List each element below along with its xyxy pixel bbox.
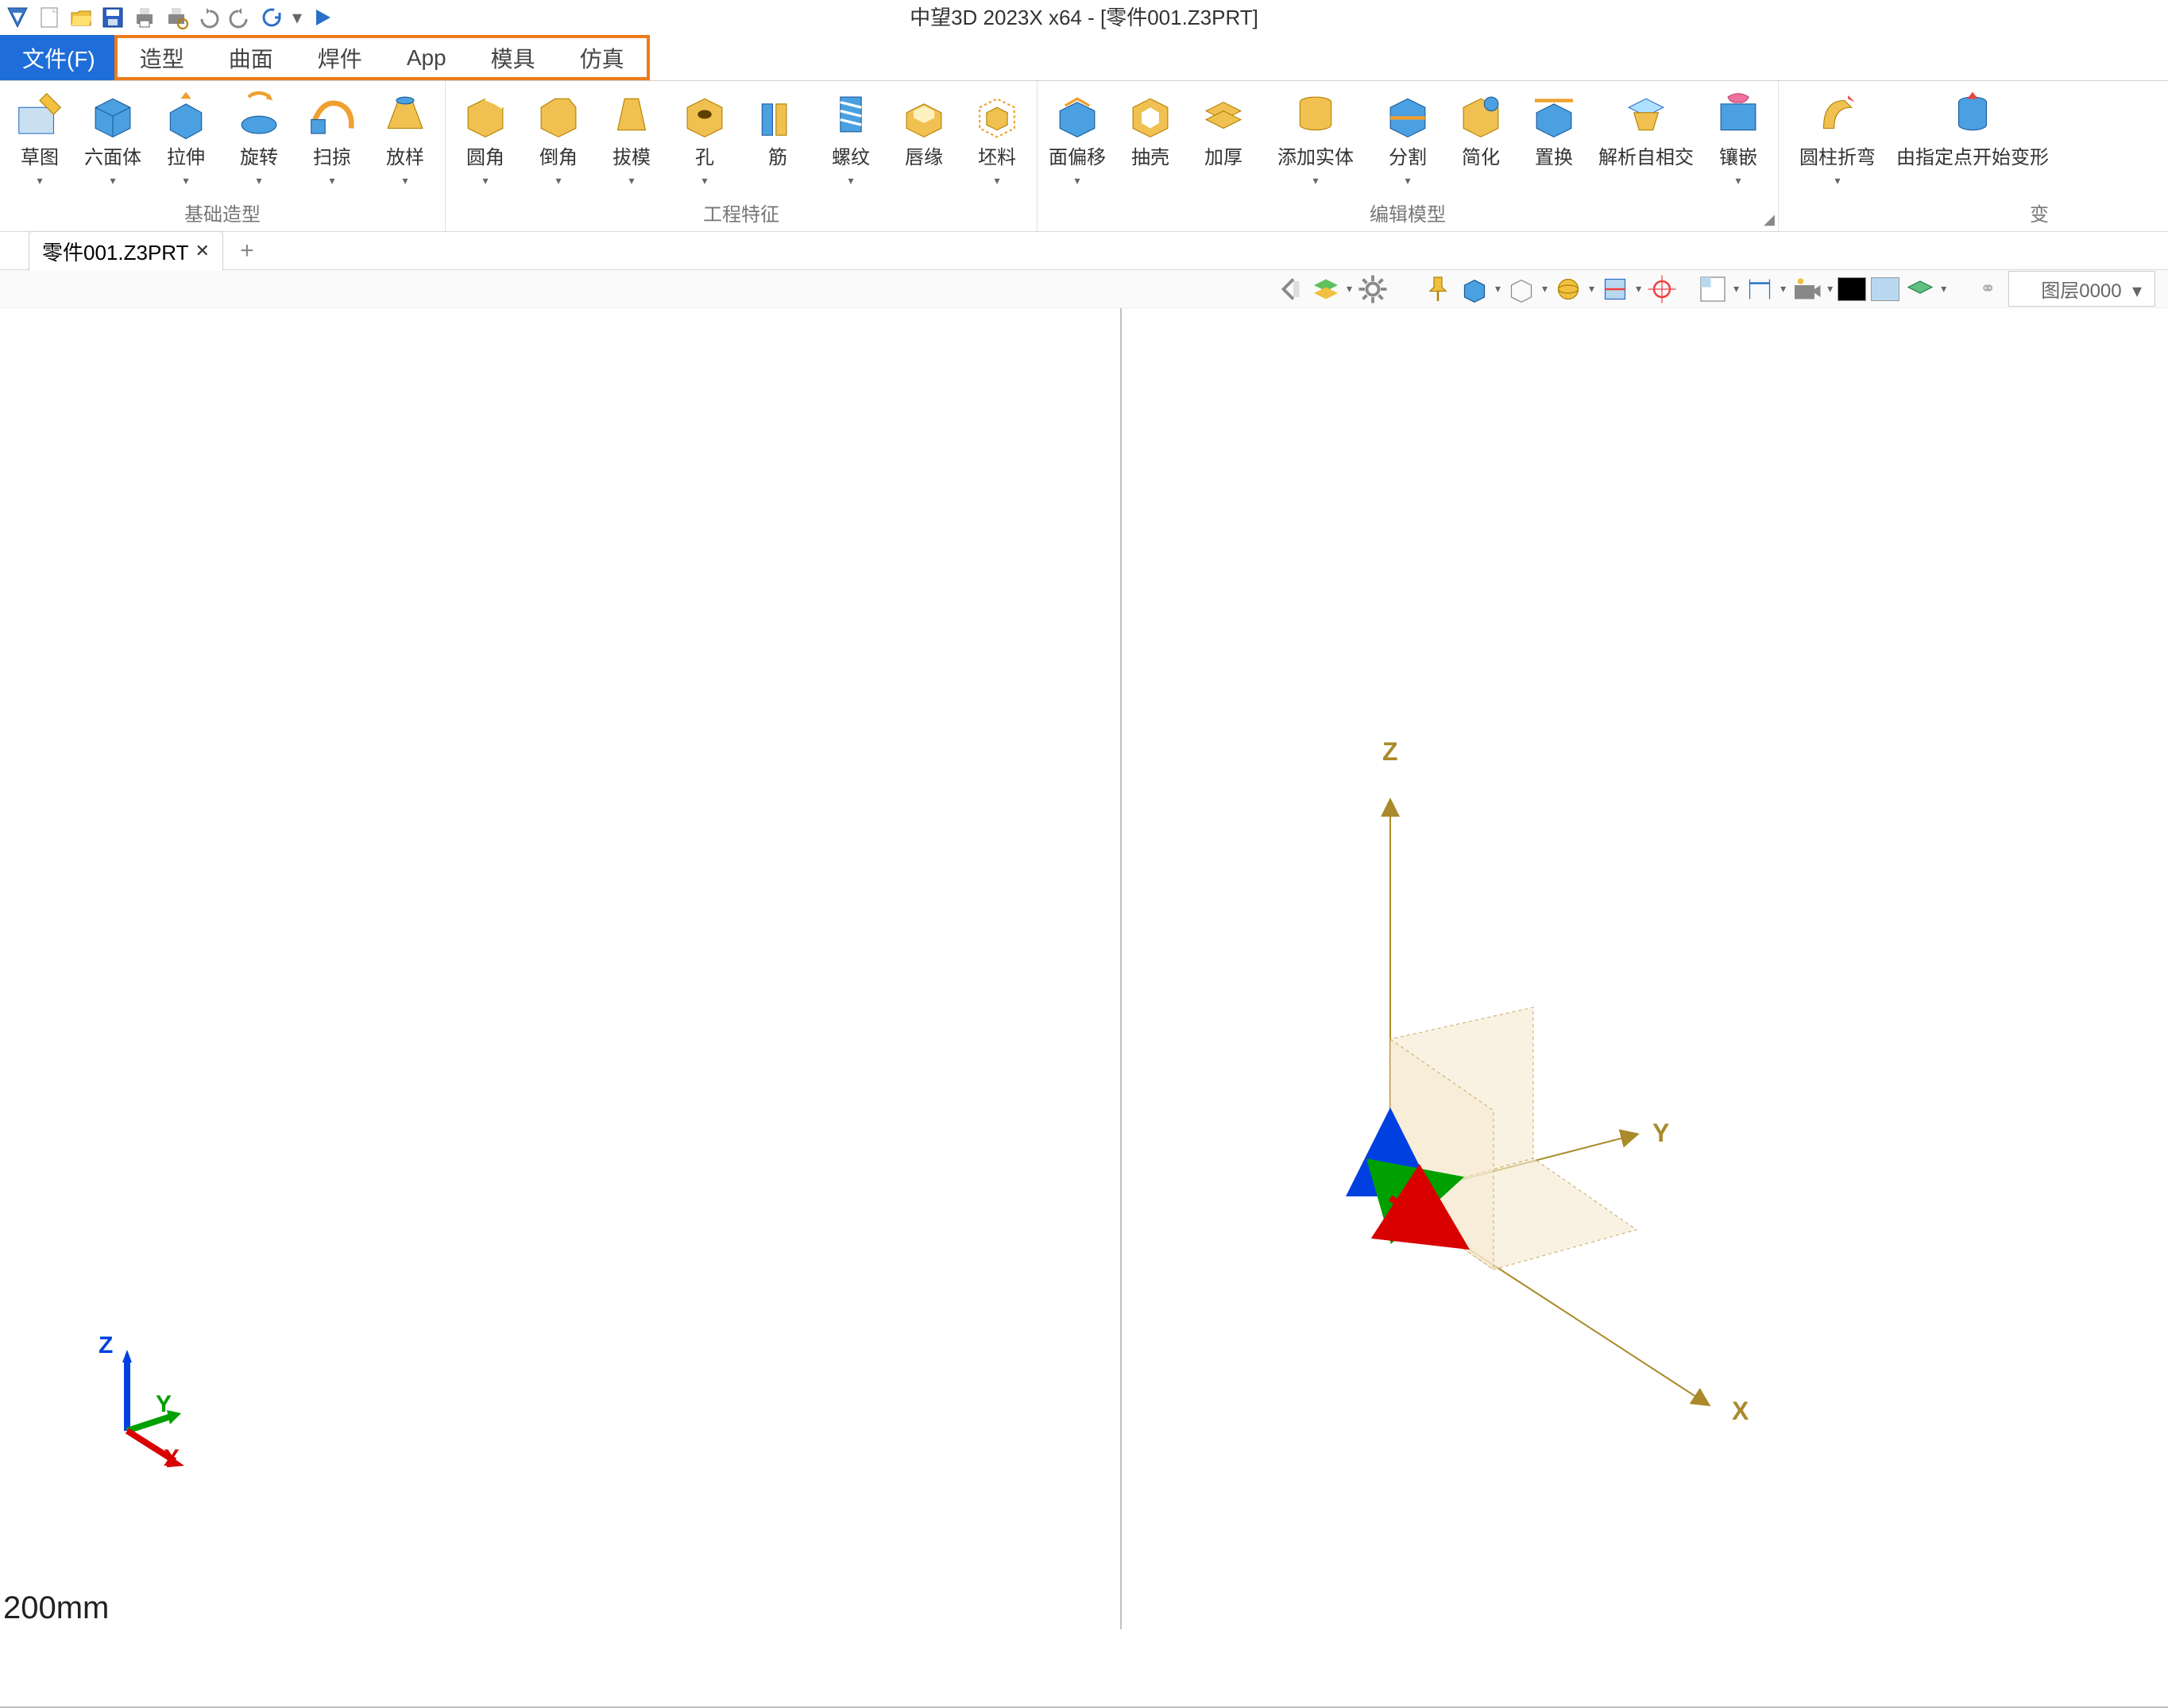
viewport-divider-vertical [1120,308,1122,1629]
menu-item[interactable]: 模具 [469,38,558,77]
print-preview-icon[interactable] [162,3,191,32]
ribbon-group-label: 变 [1779,195,2055,231]
app-icon[interactable] [3,3,32,32]
lip-button[interactable]: 唇缘 [887,86,960,172]
color-swatch-black[interactable] [1838,277,1866,301]
triad-z: Z [99,1332,113,1359]
menu-item[interactable]: 造型 [118,38,207,77]
add-solid-button[interactable]: 添加实体▾ [1260,86,1371,191]
tab-label: 零件001.Z3PRT [42,237,188,266]
simplify-button[interactable]: 简化 [1444,86,1517,172]
menu-item[interactable]: 曲面 [207,38,296,77]
sphere-icon[interactable] [1552,273,1584,305]
play-icon[interactable] [308,3,337,32]
target-icon[interactable] [1646,273,1678,305]
menu-file[interactable]: 文件(F) [0,35,118,80]
ribbon-group-basic: 草图▾ 六面体▾ 拉伸▾ 旋转▾ 扫掠▾ 放样▾ 基础造型 [0,81,446,231]
replace-button[interactable]: 置换 [1517,86,1590,172]
back-icon[interactable] [1273,273,1305,305]
viewport[interactable]: Z Y X Z Y X 200mm [0,308,2168,1629]
ribbon-group-label: 编辑模型 [1038,195,1778,231]
open-icon[interactable] [67,3,95,32]
add-tab-button[interactable]: + [233,237,261,265]
ribbon-group-label: 工程特征 [446,195,1037,231]
menu-bar: 文件(F) 造型 曲面 焊件 App 模具 仿真 [0,35,2168,81]
thread-button[interactable]: 螺纹▾ [814,86,887,191]
ribbon-group-label: 基础造型 [0,195,445,231]
new-icon[interactable] [35,3,64,32]
layers2-icon[interactable] [1904,273,1936,305]
pin-icon[interactable] [1422,273,1454,305]
menu-item[interactable]: 仿真 [558,38,647,77]
draft-button[interactable]: 拔模▾ [595,86,668,191]
analyze-self-intersect-button[interactable]: 解析自相交 [1590,86,1702,172]
layers-icon[interactable] [1310,273,1342,305]
scene-3d: Z Y X [1287,753,1764,1468]
sketch-button[interactable]: 草图▾ [3,86,76,191]
deform-from-point-button[interactable]: 由指定点开始变形 [1893,86,2052,172]
triad-x: X [164,1445,180,1472]
dimension-icon[interactable] [1744,273,1776,305]
color-swatch-blue[interactable] [1871,277,1899,301]
chamfer-button[interactable]: 倒角▾ [522,86,595,191]
axis-label-z: Z [1382,737,1398,767]
ribbon-group-transform: 圆柱折弯▾ 由指定点开始变形 变 [1779,81,2055,231]
offset-face-button[interactable]: 面偏移▾ [1041,86,1114,191]
ribbon: 草图▾ 六面体▾ 拉伸▾ 旋转▾ 扫掠▾ 放样▾ 基础造型 圆角▾ 倒角▾ 拔模… [0,81,2168,232]
inlay-button[interactable]: 镶嵌▾ [1702,86,1775,191]
triad-y: Y [156,1391,172,1418]
undo-icon[interactable] [194,3,222,32]
hole-button[interactable]: 孔▾ [668,86,741,191]
save-icon[interactable] [99,3,127,32]
view-toolbar: ▾ ▾ ▾ ▾ ▾ ▾ ▾ ▾ ▾ ⚭ 图层0000 ▾ [0,270,2168,308]
link-icon[interactable]: ⚭ [1972,273,2004,305]
view-triad: Z Y X [79,1343,207,1470]
revolve-button[interactable]: 旋转▾ [222,86,296,191]
hexahedron-button[interactable]: 六面体▾ [76,86,149,191]
split-button[interactable]: 分割▾ [1371,86,1444,191]
print-icon[interactable] [130,3,159,32]
close-icon[interactable]: ✕ [195,241,209,261]
document-tab[interactable]: 零件001.Z3PRT ✕ [29,231,223,271]
quick-access-toolbar: ▾ [0,0,2168,35]
menu-item[interactable]: 焊件 [296,38,385,77]
layer-dropdown[interactable]: 图层0000 ▾ [2008,271,2155,307]
dialog-launcher-icon[interactable]: ◢ [1764,211,1775,228]
refresh-icon[interactable] [257,3,286,32]
camera-icon[interactable] [1791,273,1822,305]
thicken-button[interactable]: 加厚 [1187,86,1260,172]
section-icon[interactable] [1599,273,1631,305]
ribbon-group-edit: 面偏移▾ 抽壳 加厚 添加实体▾ 分割▾ 简化 置换 解析自相交 镶嵌▾ 编辑模… [1038,81,1779,231]
axis-label-x: X [1732,1397,1749,1426]
shell-button[interactable]: 抽壳 [1114,86,1187,172]
extrude-button[interactable]: 拉伸▾ [149,86,222,191]
sweep-button[interactable]: 扫掠▾ [296,86,369,191]
wireframe-icon[interactable] [1505,273,1537,305]
menu-item[interactable]: App [385,38,469,77]
redo-icon[interactable] [226,3,254,32]
view1-icon[interactable] [1697,273,1729,305]
cylinder-bend-button[interactable]: 圆柱折弯▾ [1782,86,1893,191]
document-tabs: 零件001.Z3PRT ✕ + [0,232,2168,270]
dropdown-icon[interactable]: ▾ [289,3,305,32]
axis-label-y: Y [1652,1119,1669,1148]
stock-button[interactable]: 坯料▾ [960,86,1034,191]
rib-button[interactable]: 筋 [741,86,814,172]
gear-icon[interactable] [1357,273,1389,305]
loft-button[interactable]: 放样▾ [369,86,442,191]
fillet-button[interactable]: 圆角▾ [449,86,522,191]
scale-indicator: 200mm [3,1590,109,1626]
ribbon-group-feature: 圆角▾ 倒角▾ 拔模▾ 孔▾ 筋 螺纹▾ 唇缘 坯料▾ 工程特征 [446,81,1038,231]
cube-icon[interactable] [1459,273,1490,305]
